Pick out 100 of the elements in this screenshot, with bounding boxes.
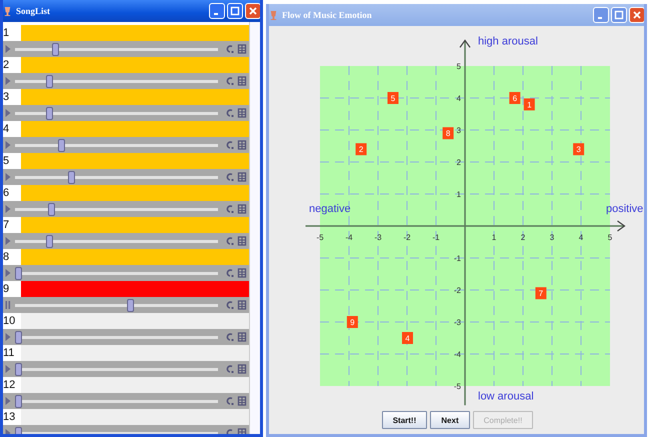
minimize-icon xyxy=(214,13,218,15)
point-label: 4 xyxy=(405,334,410,343)
tick-label: -5 xyxy=(316,233,324,242)
hook-icon[interactable] xyxy=(225,76,235,86)
action-button[interactable]: Next xyxy=(430,411,470,429)
slider[interactable] xyxy=(15,138,218,152)
tick-label: 3 xyxy=(550,233,554,242)
tick-label: -3 xyxy=(374,233,382,242)
slider[interactable] xyxy=(15,298,218,312)
maximize-button[interactable] xyxy=(227,3,243,19)
tick-label: 5 xyxy=(608,233,612,242)
point-label: 3 xyxy=(576,145,581,154)
tick-label: -1 xyxy=(432,233,440,242)
data-point[interactable] xyxy=(509,92,520,104)
slider-thumb[interactable] xyxy=(46,74,54,88)
cup-icon xyxy=(3,6,12,16)
hook-icon[interactable] xyxy=(225,44,235,54)
slider[interactable] xyxy=(15,394,218,408)
point-label: 7 xyxy=(538,289,544,298)
hook-icon[interactable] xyxy=(225,140,235,150)
data-point[interactable] xyxy=(346,316,358,328)
hook-icon[interactable] xyxy=(225,396,235,406)
data-point[interactable] xyxy=(535,287,546,300)
tick-label: 5 xyxy=(456,62,461,71)
grid-icon[interactable] xyxy=(237,172,247,182)
close-button[interactable] xyxy=(629,7,644,23)
play-icon[interactable] xyxy=(5,268,11,278)
tick-label: -2 xyxy=(454,286,461,295)
play-icon[interactable] xyxy=(5,364,11,374)
play-icon[interactable] xyxy=(5,140,11,150)
slider[interactable] xyxy=(15,74,218,88)
slider-thumb[interactable] xyxy=(126,298,134,312)
pause-icon[interactable] xyxy=(5,300,11,310)
slider[interactable] xyxy=(15,42,218,56)
minimize-button[interactable] xyxy=(593,7,609,23)
scrollbar[interactable] xyxy=(249,22,260,434)
grid-icon[interactable] xyxy=(237,204,247,214)
slider[interactable] xyxy=(15,234,218,248)
slider-thumb[interactable] xyxy=(15,394,22,408)
slider[interactable] xyxy=(15,362,218,376)
grid-icon[interactable] xyxy=(237,44,247,54)
hook-icon[interactable] xyxy=(225,108,235,118)
data-point[interactable] xyxy=(402,332,413,344)
play-icon[interactable] xyxy=(5,76,11,86)
axis-label: positive xyxy=(606,203,644,215)
action-button[interactable]: Start!! xyxy=(382,411,428,429)
minimize-button[interactable] xyxy=(209,3,225,19)
point-label: 9 xyxy=(350,318,355,327)
slider-thumb[interactable] xyxy=(46,106,54,120)
axis-label: low arousal xyxy=(478,390,534,403)
tick-label: -2 xyxy=(403,233,411,242)
data-point[interactable] xyxy=(442,127,454,140)
grid-icon[interactable] xyxy=(237,268,247,278)
window-title: SongList xyxy=(16,6,52,16)
maximize-button[interactable] xyxy=(611,7,627,23)
slider[interactable] xyxy=(15,202,218,216)
hook-icon[interactable] xyxy=(225,204,235,214)
slider-thumb[interactable] xyxy=(15,266,22,280)
hook-icon[interactable] xyxy=(225,332,235,342)
hook-icon[interactable] xyxy=(225,364,235,374)
hook-icon[interactable] xyxy=(225,172,235,182)
data-point[interactable] xyxy=(573,143,584,156)
axis-label: high arousal xyxy=(478,35,538,48)
hook-icon[interactable] xyxy=(225,268,235,278)
tick-label: 2 xyxy=(456,158,461,167)
play-icon[interactable] xyxy=(5,236,11,246)
play-icon[interactable] xyxy=(5,204,11,214)
grid-icon[interactable] xyxy=(237,140,247,150)
grid-icon[interactable] xyxy=(237,76,247,86)
slider-thumb[interactable] xyxy=(58,138,66,152)
grid-icon[interactable] xyxy=(237,300,247,310)
grid-icon[interactable] xyxy=(237,364,247,374)
slider[interactable] xyxy=(15,330,218,344)
play-icon[interactable] xyxy=(5,332,11,342)
slider-thumb[interactable] xyxy=(48,202,56,216)
play-icon[interactable] xyxy=(5,396,11,406)
play-icon[interactable] xyxy=(5,44,11,54)
axis-label: negative xyxy=(309,203,351,215)
tick-label: -3 xyxy=(454,318,461,327)
slider[interactable] xyxy=(15,170,218,184)
hook-icon[interactable] xyxy=(225,300,235,310)
grid-icon[interactable] xyxy=(237,108,247,118)
slider-thumb[interactable] xyxy=(52,42,60,56)
slider[interactable] xyxy=(15,106,218,120)
slider[interactable] xyxy=(15,266,218,280)
slider-thumb[interactable] xyxy=(46,234,54,248)
grid-icon[interactable] xyxy=(237,396,247,406)
play-icon[interactable] xyxy=(5,172,11,182)
data-point[interactable] xyxy=(356,143,367,156)
hook-icon[interactable] xyxy=(225,236,235,246)
data-point[interactable] xyxy=(388,92,398,104)
slider-thumb[interactable] xyxy=(15,330,22,344)
play-icon[interactable] xyxy=(5,108,11,118)
slider-thumb[interactable] xyxy=(68,170,75,184)
maximize-icon xyxy=(614,10,624,20)
slider-thumb[interactable] xyxy=(15,362,22,376)
grid-icon[interactable] xyxy=(237,236,247,246)
grid-icon[interactable] xyxy=(237,332,247,342)
tick-label: 3 xyxy=(456,126,461,135)
close-button[interactable] xyxy=(245,3,260,19)
